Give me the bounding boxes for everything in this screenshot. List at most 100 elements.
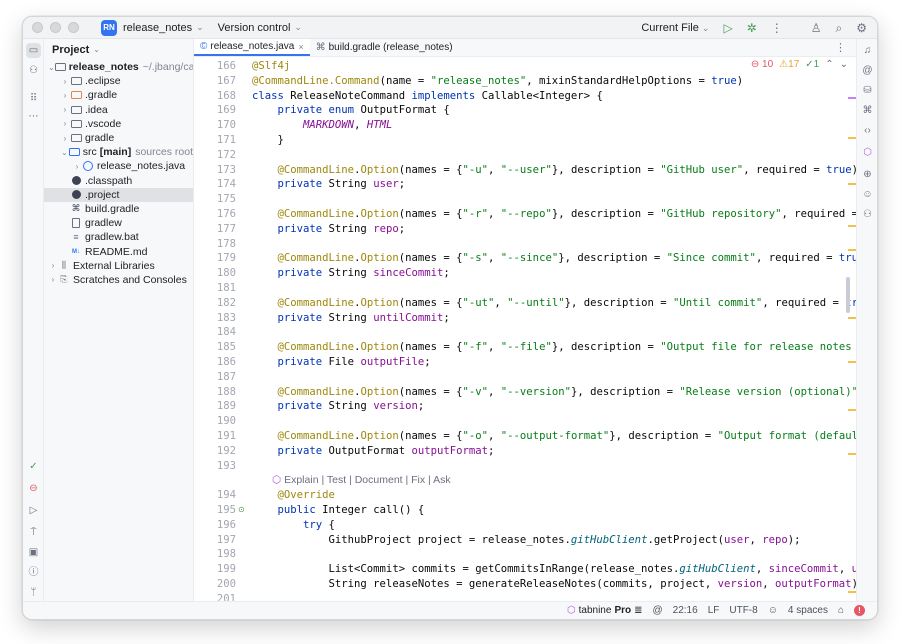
code-line[interactable]: private String sinceCommit;: [252, 266, 450, 281]
project-switcher[interactable]: release_notes: [123, 22, 192, 34]
code-line[interactable]: MARKDOWN, HTML: [252, 118, 392, 133]
info-icon[interactable]: ⓘ: [26, 565, 41, 580]
lock-icon[interactable]: ⌂: [838, 605, 844, 616]
close-tab-icon[interactable]: ×: [298, 42, 303, 52]
chevron-right-icon[interactable]: ›: [60, 134, 70, 143]
ai-inlay-actions[interactable]: ⬡ Explain | Test | Document | Fix | Ask: [272, 473, 451, 488]
code-line[interactable]: private String repo;: [252, 222, 406, 237]
commit-icon[interactable]: ✓: [26, 459, 41, 474]
caret-position[interactable]: 22:16: [673, 605, 698, 616]
code-line[interactable]: List<Commit> commits = getCommitsInRange…: [252, 562, 856, 577]
code-line[interactable]: @CommandLine.Option(names = {"-u", "--us…: [252, 163, 856, 178]
web-icon[interactable]: ⊕: [860, 167, 875, 182]
chevron-right-icon[interactable]: ›: [60, 119, 70, 128]
chat-icon[interactable]: ⚇: [860, 207, 875, 222]
tab-options-icon[interactable]: ⋮: [825, 39, 856, 56]
code-line[interactable]: @CommandLine.Command(name = "release_not…: [252, 74, 743, 89]
error-stripe-mark[interactable]: [848, 249, 856, 251]
chevron-right-icon[interactable]: ›: [60, 105, 70, 114]
tree-item[interactable]: › ⎘ Scratches and Consoles: [44, 273, 193, 287]
close-window-button[interactable]: [32, 22, 43, 33]
build-icon[interactable]: ⍑: [26, 525, 41, 540]
error-stripe-mark[interactable]: [848, 137, 856, 139]
override-marker-icon[interactable]: ⊙: [238, 505, 248, 515]
code-line[interactable]: private enum OutputFormat {: [252, 103, 450, 118]
editor-scrollbar[interactable]: [846, 277, 850, 313]
chevron-down-icon[interactable]: ⌄: [48, 63, 55, 72]
code-line[interactable]: @CommandLine.Option(names = {"-r", "--re…: [252, 207, 856, 222]
structure-icon[interactable]: ⠿: [26, 91, 41, 106]
ai-status-icon[interactable]: @: [653, 605, 663, 616]
code-line[interactable]: private String user;: [252, 177, 406, 192]
zoom-window-button[interactable]: [68, 22, 79, 33]
notifications-icon[interactable]: ♫: [860, 43, 875, 58]
user-icon[interactable]: ♙: [811, 21, 822, 35]
code-line[interactable]: @CommandLine.Option(names = {"-ut", "--u…: [252, 296, 856, 311]
error-stripe-mark[interactable]: [848, 225, 856, 227]
tree-item[interactable]: .project: [44, 187, 193, 202]
code-line[interactable]: @CommandLine.Option(names = {"-s", "--si…: [252, 251, 856, 266]
line-separator[interactable]: LF: [708, 605, 720, 616]
error-stripe-mark[interactable]: [848, 591, 856, 593]
tree-item[interactable]: ⌄ src [main] sources root: [44, 145, 193, 159]
tree-item[interactable]: › release_notes.java: [44, 159, 193, 173]
indent-setting[interactable]: 4 spaces: [788, 605, 828, 616]
error-stripe-mark[interactable]: [848, 97, 856, 99]
code-line[interactable]: }: [252, 133, 284, 148]
services-icon[interactable]: ▷: [26, 503, 41, 518]
plugin-icon[interactable]: ⚇: [26, 63, 41, 78]
tree-item[interactable]: ⌄ release_notes ~/.jbang/cac: [44, 60, 193, 74]
tree-item[interactable]: › .eclipse: [44, 74, 193, 88]
file-encoding[interactable]: UTF-8: [729, 605, 757, 616]
database-icon[interactable]: ⛁: [860, 83, 875, 98]
ai-assistant-icon[interactable]: @: [860, 63, 875, 78]
git-branch-icon[interactable]: ᛘ: [26, 585, 41, 600]
tree-item[interactable]: ≡ gradlew.bat: [44, 230, 193, 244]
code-line[interactable]: GithubProject project = release_notes.gi…: [252, 533, 801, 548]
code-line[interactable]: public Integer call() {: [252, 503, 425, 518]
more-actions-icon[interactable]: ⋮: [771, 21, 783, 35]
code-line[interactable]: @CommandLine.Option(names = {"-o", "--ou…: [252, 429, 856, 444]
tree-item[interactable]: › gradle: [44, 131, 193, 145]
error-stripe-mark[interactable]: [848, 453, 856, 455]
more-tools-icon[interactable]: ⋯: [26, 109, 41, 124]
debug-icon[interactable]: ✲: [747, 21, 757, 35]
tree-item[interactable]: › ⫼ External Libraries: [44, 259, 193, 273]
chevron-right-icon[interactable]: ›: [48, 261, 58, 270]
tab-build-gradle[interactable]: ⌘ build.gradle (release_notes): [310, 39, 459, 56]
code-line[interactable]: class ReleaseNoteCommand implements Call…: [252, 89, 603, 104]
version-control-menu[interactable]: Version control: [218, 22, 291, 34]
code-line[interactable]: String releaseNotes = generateReleaseNot…: [252, 577, 856, 592]
minimize-window-button[interactable]: [50, 22, 61, 33]
copilot-status-icon[interactable]: ☺: [768, 605, 778, 616]
tree-item[interactable]: M↓ README.md: [44, 244, 193, 258]
code-area[interactable]: @Slf4j @CommandLine.Command(name = "relea…: [250, 57, 856, 601]
gradle-tool-icon[interactable]: ⌘: [860, 103, 875, 118]
chevron-right-icon[interactable]: ›: [60, 91, 70, 100]
next-highlight-icon[interactable]: ⌄: [840, 59, 848, 70]
error-stripe-mark[interactable]: [848, 183, 856, 185]
settings-icon[interactable]: ⚙: [856, 21, 867, 35]
chevron-down-icon[interactable]: ⌄: [60, 148, 69, 157]
code-line[interactable]: @Slf4j: [252, 59, 290, 74]
tab-release-notes-java[interactable]: © release_notes.java ×: [194, 39, 310, 56]
tree-item[interactable]: .classpath: [44, 174, 193, 188]
code-line[interactable]: try {: [252, 518, 335, 533]
code-line[interactable]: private OutputFormat outputFormat;: [252, 444, 495, 459]
code-line[interactable]: private String untilCommit;: [252, 311, 450, 326]
code-line[interactable]: private String version;: [252, 399, 425, 414]
project-tool-icon[interactable]: ▭: [26, 43, 41, 58]
tree-item[interactable]: › .vscode: [44, 117, 193, 131]
tree-item[interactable]: › .gradle: [44, 88, 193, 102]
copilot-icon[interactable]: ☺: [860, 187, 875, 202]
code-line[interactable]: @Override: [252, 488, 335, 503]
tree-item[interactable]: gradlew: [44, 216, 193, 230]
problems-icon[interactable]: ⊖: [26, 481, 41, 496]
code-line[interactable]: @CommandLine.Option(names = {"-v", "--ve…: [252, 385, 856, 400]
terminal-icon[interactable]: ▣: [26, 545, 41, 560]
project-panel-header[interactable]: Project ⌄: [44, 39, 193, 60]
inlay-text[interactable]: Explain | Test | Document | Fix | Ask: [284, 474, 451, 486]
inspection-widget[interactable]: ⊖ 10 ⚠17 ✓1 ⌃ ⌄: [750, 59, 848, 70]
chevron-right-icon[interactable]: ›: [48, 275, 58, 284]
code-line[interactable]: @CommandLine.Option(names = {"-f", "--fi…: [252, 340, 856, 355]
